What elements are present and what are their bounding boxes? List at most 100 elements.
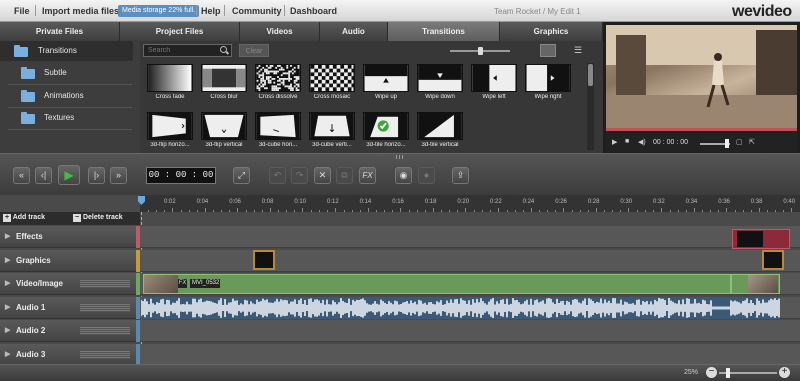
timeline-zoom-knob[interactable] [726,368,730,378]
transition-thumb[interactable]: 3d-cube verti... [307,110,357,155]
tree-header-transitions[interactable]: Transitions [0,41,133,61]
tab-audio[interactable]: Audio [320,22,388,41]
transition-thumb[interactable]: Cross fade [145,62,195,107]
transition-thumb[interactable]: Cross blur [199,62,249,107]
track-header[interactable]: ▶ Effects [0,226,136,248]
transition-thumb[interactable]: 3d-tile horizo... [361,110,411,155]
ruler-tick [587,210,589,212]
rewind-start-button[interactable]: « [13,167,30,184]
playback-progress[interactable] [606,128,797,131]
clip-fx-badge[interactable]: FX [178,279,187,288]
menu-import-media[interactable]: Import media files [42,6,119,16]
track-header[interactable]: ▶ Audio 3 [0,343,136,366]
track-volume-grip[interactable] [80,280,130,288]
expand-arrow-icon[interactable]: ▶ [5,250,10,272]
expand-arrow-icon[interactable]: ▶ [5,273,10,295]
transition-thumb[interactable]: Cross mosaic [307,62,357,107]
fullscreen-icon[interactable]: ▢ [736,138,743,146]
transition-thumb[interactable]: 3d-tile vertical [415,110,465,155]
track-header[interactable]: ▶ Audio 2 [0,320,136,342]
track-lane[interactable] [140,320,800,342]
track-volume-grip[interactable] [80,303,130,312]
fit-timeline-icon[interactable]: ⤢ [233,167,250,184]
track-volume-grip[interactable] [80,350,130,359]
record-icon[interactable]: ● [418,167,435,184]
tree-item-animations[interactable]: Animations [0,86,133,106]
player-volume-knob[interactable] [725,139,729,148]
play-icon[interactable]: ▶ [612,138,617,146]
tab-videos[interactable]: Videos [240,22,320,41]
expand-arrow-icon[interactable]: ▶ [5,344,10,366]
transition-thumb[interactable]: Wipe up [361,62,411,107]
track-lane[interactable] [140,343,800,366]
transition-thumb[interactable]: 3d-flip vertical [199,110,249,155]
tab-project-files[interactable]: Project Files [120,22,240,41]
video-preview[interactable] [606,25,797,128]
audio-waveform[interactable] [141,297,780,319]
ruler-tick [311,210,312,212]
transition-thumb[interactable]: 3d-cube hori... [253,110,303,155]
resize-handle[interactable] [396,155,405,159]
fx-button[interactable]: FX [359,167,376,184]
tab-transitions[interactable]: Transitions [388,22,500,41]
track-header[interactable]: ▶ Graphics [0,249,136,272]
redo-icon[interactable]: ↷ [291,167,308,184]
track-header[interactable]: ▶ Video/Image [0,273,136,295]
tree-item-subtle[interactable]: Subtle [0,63,133,83]
undo-icon[interactable]: ↶ [269,167,286,184]
grid-view-icon[interactable] [540,44,556,57]
grid-scrollbar-thumb[interactable] [588,64,593,86]
tree-item-textures[interactable]: Textures [0,108,133,128]
transition-thumb[interactable]: Cross dissolve [253,62,303,107]
search-icon[interactable] [220,46,227,53]
menu-dashboard[interactable]: Dashboard [290,6,337,16]
step-back-button[interactable]: ‹| [35,167,52,184]
ruler-tick [522,210,524,212]
delete-track-button[interactable]: − Delete track [73,214,123,222]
track-header[interactable]: ▶ Audio 1 [0,296,136,319]
graphics-clip[interactable] [253,250,275,270]
ruler-tick [758,208,760,212]
transition-thumb[interactable]: Wipe left [469,62,519,107]
split-icon[interactable]: ⧉ [336,167,353,184]
transition-preview-tile-v-icon [417,112,463,140]
transition-preview-blur-icon [201,64,247,92]
zoom-out-icon[interactable]: − [706,367,717,378]
menu-file[interactable]: File [14,6,30,16]
expand-arrow-icon[interactable]: ▶ [5,320,10,342]
volume-icon[interactable]: ◀) [638,138,646,146]
stop-icon[interactable]: ■ [625,138,629,145]
ruler-tick [474,210,475,212]
menu-community[interactable]: Community [232,6,282,16]
transition-thumb[interactable]: 3d-flip horizo... [145,110,195,155]
list-view-icon[interactable]: ☰ [570,44,586,57]
track-volume-grip[interactable] [80,327,130,335]
graphics-clip[interactable] [762,250,784,270]
step-forward-button[interactable]: |› [88,167,105,184]
transition-thumb[interactable]: Wipe down [415,62,465,107]
play-button[interactable]: ▶ [58,165,80,185]
expand-arrow-icon[interactable]: ▶ [5,226,10,248]
fast-forward-button[interactable]: » [110,167,127,184]
tab-graphics[interactable]: Graphics [500,22,603,41]
transition-preview-flip-v-icon [201,112,247,140]
track-lane[interactable] [140,226,800,248]
menu-help[interactable]: Help [201,6,221,16]
clear-button[interactable]: Clear [239,44,269,57]
ruler-tick [343,210,345,212]
add-track-button[interactable]: + Add track [3,214,45,222]
zoom-in-icon[interactable]: + [779,367,790,378]
track-lane[interactable] [140,249,800,272]
expand-icon[interactable]: ⇱ [749,138,755,146]
tab-private-files[interactable]: Private Files [0,22,120,41]
expand-arrow-icon[interactable]: ▶ [5,297,10,319]
search-input[interactable] [143,44,232,57]
thumb-size-knob[interactable] [478,47,483,55]
video-clip[interactable] [143,274,731,294]
publish-icon[interactable]: ⇪ [452,167,469,184]
transition-preview-cube-h-icon [255,112,301,140]
ruler-tick [376,210,378,212]
delete-icon[interactable]: ✕ [314,167,331,184]
transition-thumb[interactable]: Wipe right [523,62,573,107]
audio-icon[interactable]: ◉ [395,167,412,184]
